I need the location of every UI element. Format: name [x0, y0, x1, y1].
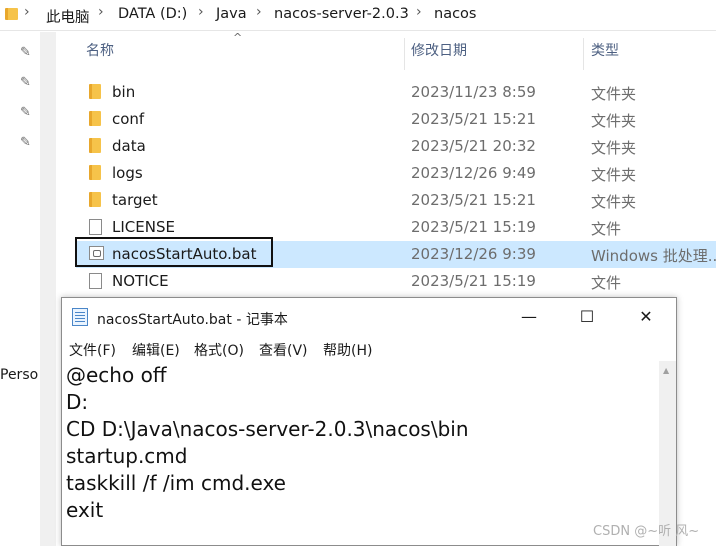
breadcrumb-separator: › — [256, 4, 262, 20]
notepad-window[interactable]: nacosStartAuto.bat - 记事本 — ☐ ✕ 文件(F) 编辑(… — [61, 297, 677, 546]
breadcrumb-separator: › — [416, 4, 422, 20]
breadcrumb-separator: › — [198, 4, 204, 20]
pin-icon[interactable]: ✎ — [20, 106, 34, 120]
text-line: exit — [66, 498, 104, 522]
file-date: 2023/12/26 9:49 — [411, 164, 536, 182]
file-icon — [89, 219, 102, 235]
pin-icon[interactable]: ✎ — [20, 76, 34, 90]
notepad-menu-bar: 文件(F) 编辑(E) 格式(O) 查看(V) 帮助(H) — [62, 337, 676, 361]
file-name: LICENSE — [112, 218, 175, 236]
folder-icon — [89, 84, 101, 99]
text-line: @echo off — [66, 363, 167, 387]
address-bar[interactable]: › 此电脑 › DATA (D:) › Java › nacos-server-… — [0, 0, 716, 31]
file-row[interactable]: conf 2023/5/21 15:21 文件夹 — [76, 106, 716, 133]
column-header-type[interactable]: 类型 — [591, 40, 619, 60]
file-date: 2023/5/21 20:32 — [411, 137, 536, 155]
watermark: CSDN @~听 风~ — [593, 524, 700, 539]
column-header-date[interactable]: 修改日期 — [411, 40, 467, 60]
text-line: CD D:\Java\nacos-server-2.0.3\nacos\bin — [66, 417, 469, 441]
notepad-vertical-scrollbar[interactable]: ▲ — [659, 361, 676, 546]
notepad-icon — [72, 308, 88, 326]
column-divider[interactable] — [583, 38, 584, 70]
breadcrumb-data-drive[interactable]: DATA (D:) — [118, 6, 187, 22]
file-name: bin — [112, 83, 136, 101]
folder-icon — [89, 192, 101, 207]
file-icon — [89, 273, 102, 289]
navigation-scrollbar[interactable] — [40, 32, 56, 546]
breadcrumb-separator: › — [24, 4, 30, 20]
file-name: target — [112, 191, 158, 209]
breadcrumb-java[interactable]: Java — [216, 6, 247, 22]
file-row[interactable]: data 2023/5/21 20:32 文件夹 — [76, 133, 716, 160]
menu-format[interactable]: 格式(O) — [194, 340, 244, 360]
file-type: 文件夹 — [591, 112, 637, 130]
file-date: 2023/5/21 15:19 — [411, 272, 536, 290]
screenshot-stage: › 此电脑 › DATA (D:) › Java › nacos-server-… — [0, 0, 716, 546]
file-date: 2023/5/21 15:21 — [411, 191, 536, 209]
file-row[interactable]: bin 2023/11/23 8:59 文件夹 — [76, 79, 716, 106]
file-type: 文件 — [591, 220, 622, 238]
menu-file[interactable]: 文件(F) — [69, 340, 116, 360]
menu-help[interactable]: 帮助(H) — [323, 340, 372, 360]
text-line: taskkill /f /im cmd.exe — [66, 471, 286, 495]
text-line: D: — [66, 390, 89, 414]
file-row[interactable]: target 2023/5/21 15:21 文件夹 — [76, 187, 716, 214]
file-date: 2023/12/26 9:39 — [411, 245, 536, 263]
folder-icon — [5, 8, 18, 20]
file-name: NOTICE — [112, 272, 169, 290]
maximize-button[interactable]: ☐ — [564, 298, 610, 335]
breadcrumb-this-pc[interactable]: 此电脑 — [46, 6, 90, 27]
file-type: 文件夹 — [591, 193, 637, 211]
minimize-button[interactable]: — — [506, 298, 552, 335]
folder-icon — [89, 138, 101, 153]
file-name: conf — [112, 110, 145, 128]
breadcrumb-nacos[interactable]: nacos — [434, 6, 476, 22]
nav-item-label[interactable]: Perso — [0, 367, 38, 383]
file-date: 2023/5/21 15:19 — [411, 218, 536, 236]
file-name: logs — [112, 164, 143, 182]
pin-icon[interactable]: ✎ — [20, 46, 34, 60]
notepad-text-area[interactable]: @echo off D: CD D:\Java\nacos-server-2.0… — [62, 361, 660, 546]
file-type: 文件 — [591, 274, 622, 292]
file-type: 文件夹 — [591, 139, 637, 157]
file-type: 文件夹 — [591, 85, 637, 103]
sort-ascending-icon: ^ — [233, 31, 243, 44]
file-date: 2023/5/21 15:21 — [411, 110, 536, 128]
navigation-pane[interactable]: ✎ ✎ ✎ ✎ Perso — [0, 32, 40, 546]
file-date: 2023/11/23 8:59 — [411, 83, 536, 101]
column-divider[interactable] — [404, 38, 405, 70]
menu-edit[interactable]: 编辑(E) — [132, 340, 180, 360]
file-row[interactable]: NOTICE 2023/5/21 15:19 文件 — [76, 268, 716, 295]
close-button[interactable]: ✕ — [623, 298, 669, 335]
scroll-up-icon[interactable]: ▲ — [663, 366, 669, 375]
column-header-name[interactable]: 名称 — [86, 40, 114, 60]
file-type: Windows 批处理... — [591, 247, 716, 265]
text-line: startup.cmd — [66, 444, 188, 468]
pin-icon[interactable]: ✎ — [20, 136, 34, 150]
file-type: 文件夹 — [591, 166, 637, 184]
file-row[interactable]: logs 2023/12/26 9:49 文件夹 — [76, 160, 716, 187]
notepad-title: nacosStartAuto.bat - 记事本 — [97, 312, 288, 328]
menu-view[interactable]: 查看(V) — [259, 340, 308, 360]
highlight-box — [75, 237, 273, 267]
breadcrumb-nacos-server[interactable]: nacos-server-2.0.3 — [274, 6, 409, 22]
folder-icon — [89, 165, 101, 180]
notepad-title-bar[interactable]: nacosStartAuto.bat - 记事本 — ☐ ✕ — [62, 298, 676, 335]
folder-icon — [89, 111, 101, 126]
breadcrumb-separator: › — [98, 4, 104, 20]
file-name: data — [112, 137, 146, 155]
